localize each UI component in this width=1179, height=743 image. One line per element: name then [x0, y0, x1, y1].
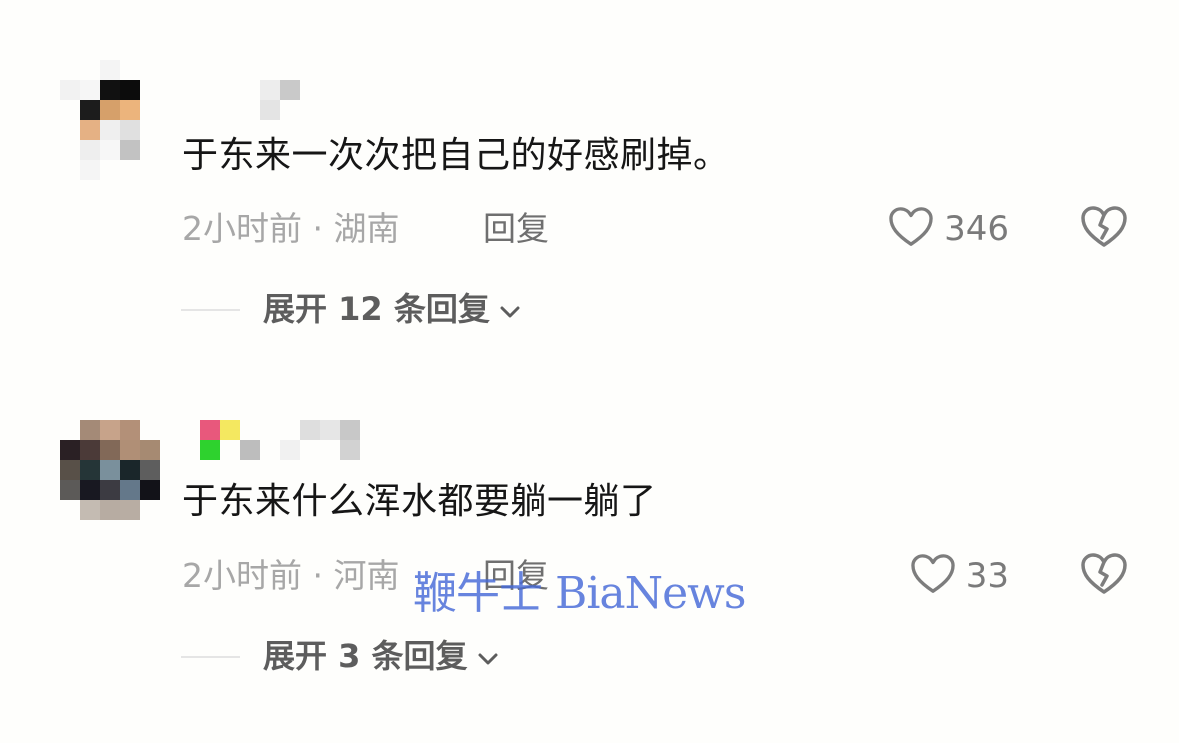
dislike-button[interactable] [1080, 552, 1128, 600]
expand-divider [181, 656, 240, 658]
like-count: 346 [944, 209, 1009, 249]
dislike-button[interactable] [1080, 205, 1128, 253]
avatar[interactable] [60, 60, 160, 180]
comment-text: 于东来一次次把自己的好感刷掉。 [182, 135, 730, 176]
comment-item: 于东来一次次把自己的好感刷掉。 2小时前 · 湖南 回复 346 展开 12 条… [0, 0, 1179, 360]
expand-replies-label: 展开 3 条回复 [263, 637, 468, 675]
like-button[interactable]: 33 [910, 552, 1009, 600]
broken-heart-icon [1080, 206, 1128, 253]
reply-button[interactable]: 回复 [483, 209, 549, 249]
chevron-down-icon [476, 636, 500, 676]
comment-meta: 2小时前 · 河南 [182, 556, 400, 595]
watermark: 鞭牛士 BiaNews [413, 568, 746, 619]
comment-text: 于东来什么浑水都要躺一躺了 [182, 481, 657, 522]
comment-item: 于东来什么浑水都要躺一躺了 2小时前 · 河南 回复 33 展开 3 条回复 [0, 360, 1179, 743]
expand-replies-button[interactable]: 展开 3 条回复 [263, 636, 500, 676]
avatar[interactable] [60, 420, 160, 520]
comment-meta: 2小时前 · 湖南 [182, 209, 400, 248]
chevron-down-icon [498, 289, 522, 329]
heart-outline-icon [910, 553, 956, 599]
expand-divider [181, 309, 240, 311]
like-button[interactable]: 346 [888, 205, 1009, 253]
like-count: 33 [965, 556, 1009, 596]
expand-replies-label: 展开 12 条回复 [263, 290, 490, 328]
broken-heart-icon [1080, 553, 1128, 600]
heart-outline-icon [888, 206, 934, 252]
expand-replies-button[interactable]: 展开 12 条回复 [263, 289, 522, 329]
